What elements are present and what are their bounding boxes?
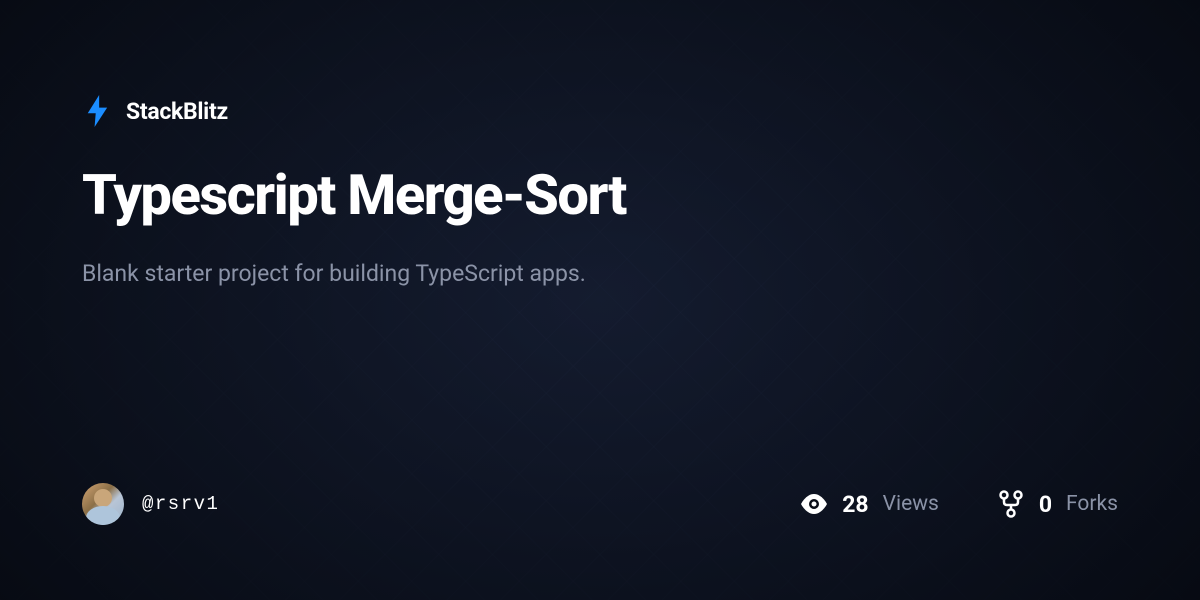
bolt-icon <box>82 95 114 127</box>
views-stat: 28 Views <box>800 490 939 518</box>
project-description: Blank starter project for building TypeS… <box>82 257 1118 292</box>
avatar <box>82 483 124 525</box>
brand-header[interactable]: StackBlitz <box>82 95 1118 127</box>
forks-label: Forks <box>1066 492 1118 516</box>
views-label: Views <box>883 492 939 516</box>
stats-container: 28 Views 0 Forks <box>800 490 1118 518</box>
fork-icon <box>997 490 1025 518</box>
forks-stat: 0 Forks <box>997 490 1118 518</box>
forks-count: 0 <box>1039 491 1052 518</box>
project-title: Typescript Merge-Sort <box>82 165 1118 227</box>
eye-icon <box>800 490 828 518</box>
views-count: 28 <box>842 491 868 518</box>
brand-name: StackBlitz <box>126 98 228 125</box>
user-info[interactable]: @rsrv1 <box>82 483 219 525</box>
main-container: StackBlitz Typescript Merge-Sort Blank s… <box>0 0 1200 600</box>
footer-bar: @rsrv1 28 Views <box>82 483 1118 600</box>
username: @rsrv1 <box>142 493 219 515</box>
